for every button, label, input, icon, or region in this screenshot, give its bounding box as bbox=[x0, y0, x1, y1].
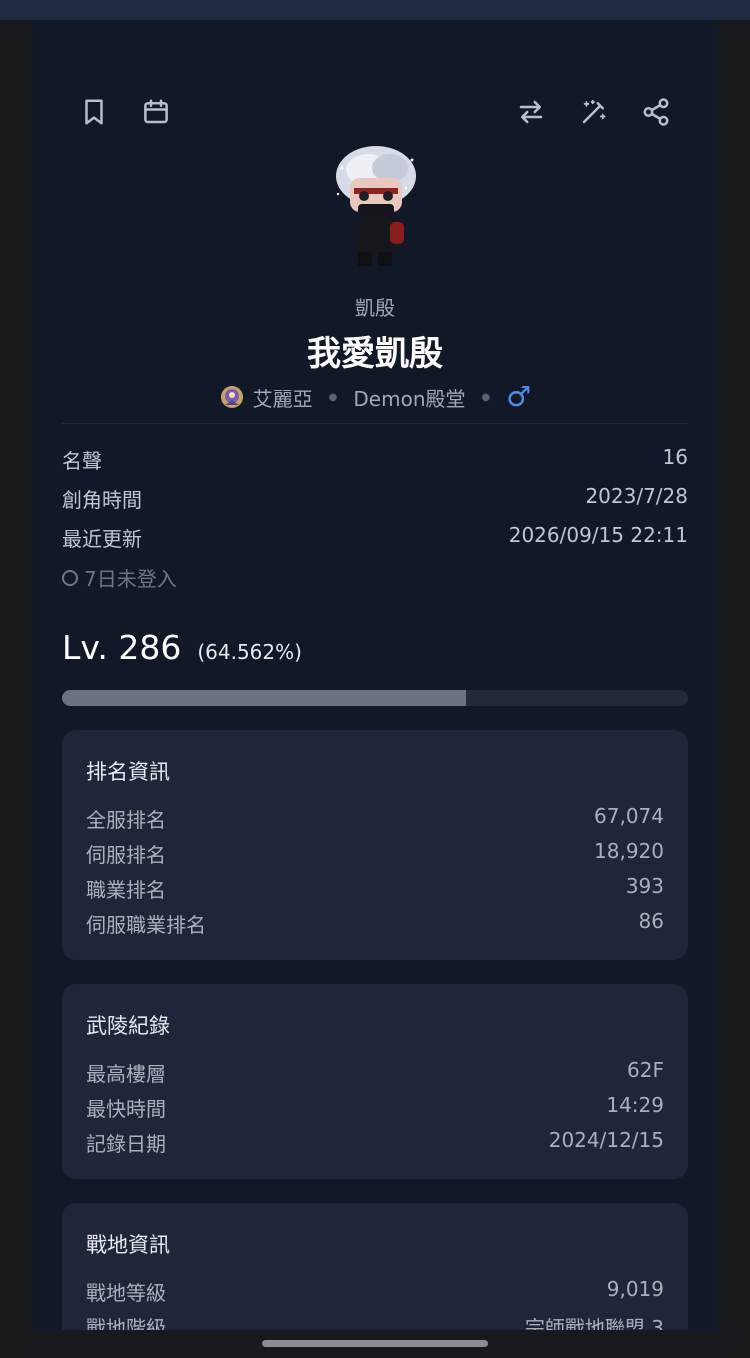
ranking-title: 排名資訊 bbox=[86, 760, 170, 784]
offline-text: 7日未登入 bbox=[84, 567, 177, 591]
ranking-value: 18,920 bbox=[594, 839, 664, 863]
world-icon bbox=[220, 386, 243, 408]
dojo-title: 武陵紀錄 bbox=[86, 1014, 170, 1038]
offline-circle-icon bbox=[62, 569, 78, 586]
legion-row: 戰地階級 宗師戰地聯盟 3 bbox=[86, 1312, 664, 1330]
dojo-panel: 武陵紀錄 最高樓層 62F 最快時間 14:29 記錄日期 2024/12/15 bbox=[62, 984, 688, 1179]
ranking-value: 67,074 bbox=[594, 804, 664, 828]
legion-label: 戰地等級 bbox=[86, 1281, 166, 1305]
dojo-value: 2024/12/15 bbox=[548, 1128, 664, 1152]
dojo-label: 最高樓層 bbox=[86, 1062, 166, 1086]
world-name: 艾麗亞 bbox=[252, 386, 313, 411]
fame-label: 名聲 bbox=[62, 449, 102, 473]
updated-value: 2026/09/15 22:11 bbox=[508, 523, 688, 547]
guild-name[interactable]: Demon殿堂 bbox=[353, 383, 465, 412]
created-row: 創角時間 2023/7/28 bbox=[62, 484, 688, 513]
legion-panel: 戰地資訊 戰地等級 9,019 戰地階級 宗師戰地聯盟 3 bbox=[62, 1203, 688, 1330]
legion-value: 宗師戰地聯盟 3 bbox=[524, 1316, 664, 1330]
level-label: Lv. 286 bbox=[62, 628, 182, 667]
ranking-label: 職業排名 bbox=[86, 878, 166, 902]
character-meta: 艾麗亞 ● Demon殿堂 ● ♂ bbox=[32, 380, 718, 414]
dojo-value: 62F bbox=[627, 1058, 664, 1082]
ranking-value: 393 bbox=[625, 874, 664, 898]
meta-separator: ● bbox=[328, 391, 338, 403]
ranking-label: 伺服排名 bbox=[86, 843, 166, 867]
meta-separator: ● bbox=[481, 391, 491, 403]
created-label: 創角時間 bbox=[62, 488, 142, 512]
share-icon[interactable] bbox=[636, 92, 676, 132]
bookmark-icon[interactable] bbox=[74, 92, 114, 132]
level-display: Lv. 286 (64.562%) bbox=[62, 628, 302, 667]
dojo-value: 14:29 bbox=[606, 1093, 664, 1117]
updated-row: 最近更新 2026/09/15 22:11 bbox=[62, 523, 688, 552]
fame-value: 16 bbox=[662, 445, 688, 469]
offline-status: 7日未登入 bbox=[62, 563, 177, 592]
legion-row: 戰地等級 9,019 bbox=[86, 1277, 664, 1306]
dojo-row: 最高樓層 62F bbox=[86, 1058, 664, 1087]
created-value: 2023/7/28 bbox=[585, 484, 688, 508]
legion-value: 9,019 bbox=[606, 1277, 664, 1301]
dojo-label: 最快時間 bbox=[86, 1097, 166, 1121]
dojo-row: 記錄日期 2024/12/15 bbox=[86, 1128, 664, 1157]
ranking-row: 伺服排名 18,920 bbox=[86, 839, 664, 868]
legion-title: 戰地資訊 bbox=[86, 1233, 170, 1257]
ranking-row: 伺服職業排名 86 bbox=[86, 909, 664, 938]
exp-progress-bar bbox=[62, 690, 688, 706]
ranking-label: 全服排名 bbox=[86, 808, 166, 832]
character-job: 凱殷 bbox=[355, 296, 395, 320]
magic-wand-icon[interactable] bbox=[574, 92, 614, 132]
male-gender-icon: ♂ bbox=[506, 380, 532, 413]
legion-label: 戰地階級 bbox=[86, 1316, 166, 1330]
status-bar bbox=[0, 0, 750, 20]
fame-row: 名聲 16 bbox=[62, 445, 688, 474]
calendar-icon[interactable] bbox=[136, 92, 176, 132]
character-avatar bbox=[328, 138, 424, 268]
character-name: 我愛凱殷 bbox=[307, 334, 443, 374]
updated-label: 最近更新 bbox=[62, 527, 142, 551]
dojo-label: 記錄日期 bbox=[86, 1132, 166, 1156]
ranking-value: 86 bbox=[638, 909, 664, 933]
level-percent: (64.562%) bbox=[197, 640, 302, 664]
ranking-row: 職業排名 393 bbox=[86, 874, 664, 903]
ranking-label: 伺服職業排名 bbox=[86, 913, 206, 937]
swap-icon[interactable] bbox=[511, 92, 551, 132]
dojo-row: 最快時間 14:29 bbox=[86, 1093, 664, 1122]
character-card: 凱殷 我愛凱殷 艾麗亞 ● Demon殿堂 ● ♂ 名聲 16 創角時間 202… bbox=[32, 20, 718, 1330]
home-indicator[interactable] bbox=[262, 1340, 488, 1347]
divider bbox=[62, 423, 688, 424]
ranking-panel: 排名資訊 全服排名 67,074 伺服排名 18,920 職業排名 393 伺服… bbox=[62, 730, 688, 960]
exp-progress-fill bbox=[62, 690, 467, 706]
ranking-row: 全服排名 67,074 bbox=[86, 804, 664, 833]
